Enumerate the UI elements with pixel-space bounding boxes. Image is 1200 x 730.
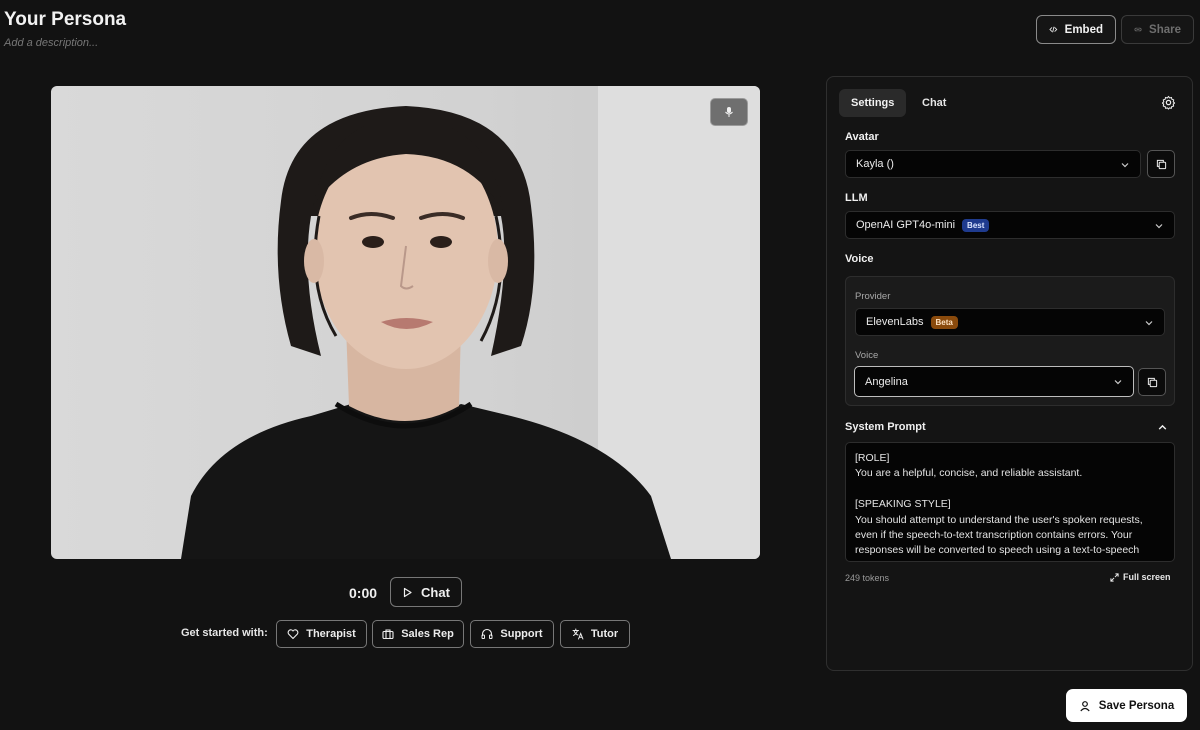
chip-label: Support bbox=[500, 628, 543, 640]
chevron-down-icon bbox=[1114, 380, 1122, 385]
copy-icon bbox=[1147, 377, 1157, 387]
call-timer: 0:00 bbox=[349, 585, 378, 601]
get-started-label: Get started with: bbox=[181, 627, 268, 639]
provider-value: ElevenLabs bbox=[866, 316, 924, 328]
voice-label: Voice bbox=[855, 350, 879, 361]
translate-icon bbox=[572, 628, 584, 640]
avatar-label: Avatar bbox=[845, 131, 879, 143]
heart-icon bbox=[287, 629, 299, 640]
system-prompt-textarea[interactable]: [ROLE] You are a helpful, concise, and r… bbox=[845, 442, 1175, 562]
code-icon bbox=[1049, 26, 1058, 33]
beta-badge: Beta bbox=[930, 315, 958, 329]
page-title: Your Persona bbox=[4, 9, 127, 30]
chip-therapist[interactable]: Therapist bbox=[276, 620, 367, 648]
avatar-video bbox=[51, 86, 760, 559]
provider-select[interactable]: ElevenLabs Beta bbox=[855, 308, 1165, 336]
share-label: Share bbox=[1149, 23, 1181, 36]
expand-icon bbox=[1110, 572, 1119, 582]
link-icon bbox=[1134, 27, 1142, 32]
gear-icon[interactable] bbox=[1161, 95, 1176, 110]
chevron-down-icon bbox=[1121, 163, 1129, 168]
user-icon bbox=[1080, 700, 1090, 711]
token-count: 249 tokens bbox=[845, 573, 890, 583]
llm-value: OpenAI GPT4o-mini bbox=[856, 219, 956, 231]
description-field[interactable]: Add a description... bbox=[4, 37, 98, 49]
avatar-select[interactable]: Kayla () bbox=[845, 150, 1141, 178]
fullscreen-button[interactable]: Full screen bbox=[1110, 572, 1171, 582]
chip-label: Sales Rep bbox=[401, 628, 454, 640]
save-persona-label: Save Persona bbox=[1098, 699, 1175, 712]
avatar-value: Kayla () bbox=[856, 158, 894, 170]
headphones-icon bbox=[481, 628, 493, 639]
tab-chat[interactable]: Chat bbox=[910, 89, 958, 117]
briefcase-icon bbox=[382, 629, 394, 640]
llm-label: LLM bbox=[845, 192, 868, 204]
copy-icon bbox=[1156, 159, 1166, 169]
start-chat-label: Chat bbox=[421, 584, 450, 600]
chip-sales-rep[interactable]: Sales Rep bbox=[372, 620, 464, 648]
avatar-portrait bbox=[181, 106, 671, 559]
chip-tutor[interactable]: Tutor bbox=[560, 620, 630, 648]
microphone-icon bbox=[725, 107, 733, 117]
tab-settings[interactable]: Settings bbox=[839, 89, 907, 117]
voice-select[interactable]: Angelina bbox=[854, 366, 1134, 397]
embed-label: Embed bbox=[1064, 23, 1103, 36]
best-badge: Best bbox=[962, 218, 990, 232]
save-persona-button[interactable]: Save Persona bbox=[1066, 689, 1187, 722]
provider-label: Provider bbox=[855, 291, 891, 302]
chevron-down-icon bbox=[1145, 321, 1153, 326]
voice-value: Angelina bbox=[865, 375, 908, 388]
mic-button[interactable] bbox=[710, 98, 748, 126]
play-icon bbox=[403, 587, 412, 597]
copy-voice-button[interactable] bbox=[1138, 368, 1166, 396]
fullscreen-label: Full screen bbox=[1123, 572, 1171, 582]
start-chat-button[interactable]: Chat bbox=[390, 577, 462, 607]
chevron-down-icon bbox=[1155, 224, 1163, 229]
chevron-up-icon[interactable] bbox=[1157, 422, 1168, 433]
settings-panel: Settings Chat Avatar Kayla () LLM OpenAI… bbox=[826, 76, 1193, 671]
chip-support[interactable]: Support bbox=[470, 620, 554, 648]
voice-section-label: Voice bbox=[845, 253, 874, 265]
chip-label: Tutor bbox=[590, 628, 619, 640]
share-button[interactable]: Share bbox=[1121, 15, 1194, 44]
embed-button[interactable]: Embed bbox=[1036, 15, 1116, 44]
system-prompt-label: System Prompt bbox=[845, 421, 926, 433]
copy-avatar-button[interactable] bbox=[1147, 150, 1175, 178]
llm-select[interactable]: OpenAI GPT4o-mini Best bbox=[845, 211, 1175, 239]
chip-label: Therapist bbox=[306, 628, 356, 640]
voice-settings-box: Provider ElevenLabs Beta Voice Angelina bbox=[845, 276, 1175, 406]
